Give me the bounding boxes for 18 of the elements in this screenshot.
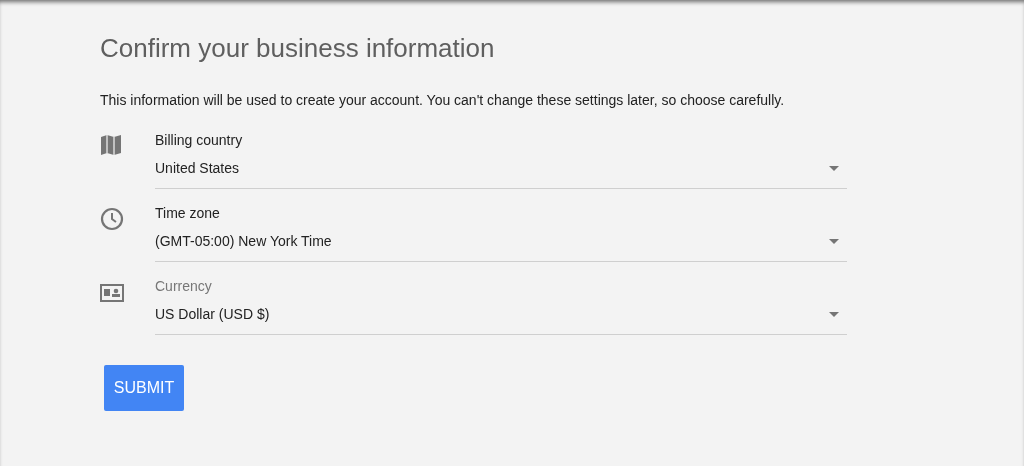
- submit-button[interactable]: SUBMIT: [104, 365, 184, 411]
- page-title: Confirm your business information: [100, 33, 496, 64]
- dropdown-arrow-icon: [829, 311, 839, 317]
- description-text: This information will be used to create your account. You can't change these settings later, so choose carefully.: [100, 92, 786, 108]
- clock-icon: [100, 207, 124, 231]
- field-label: Billing country: [155, 132, 244, 148]
- select-field[interactable]: Billing country United States: [155, 132, 847, 189]
- select-field[interactable]: Time zone (GMT-05:00) New York Time: [155, 205, 847, 262]
- id-card-icon: [100, 284, 124, 302]
- map-icon: [100, 134, 122, 156]
- field-label: Time zone: [155, 205, 221, 221]
- field-label: Currency: [155, 278, 213, 294]
- dropdown-arrow-icon: [829, 165, 839, 171]
- selected-value: (GMT-05:00) New York Time: [155, 233, 332, 249]
- dropdown-arrow-icon: [829, 238, 839, 244]
- select-field[interactable]: Currency US Dollar (USD $): [155, 278, 847, 335]
- selected-value: United States: [155, 160, 240, 176]
- selected-value: US Dollar (USD $): [155, 306, 270, 322]
